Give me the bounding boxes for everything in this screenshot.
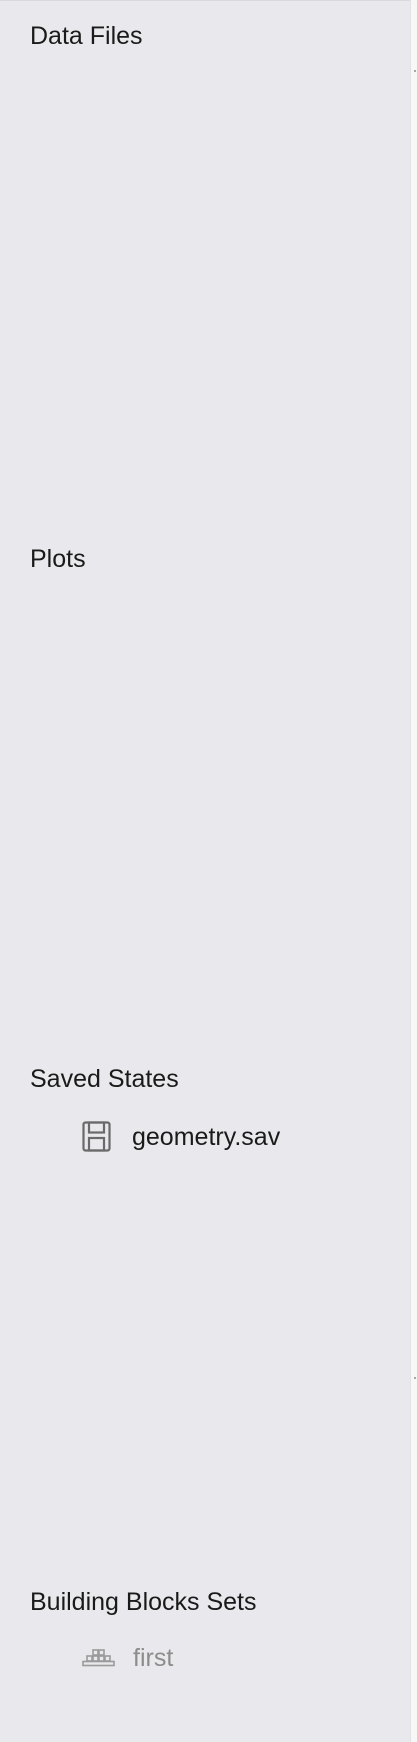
section-title-data-files: Data Files [30,22,143,50]
building-block-set-item[interactable]: first [82,1641,173,1675]
section-title-saved-states: Saved States [30,1065,179,1093]
saved-state-item[interactable]: geometry.sav [82,1119,280,1155]
adjacent-pane-edge [410,0,417,1742]
saved-state-item-label: geometry.sav [132,1123,281,1151]
project-explorer-panel: Data Files Plots Saved States geometry.s… [0,0,410,1742]
pane-edge-tick [414,70,416,72]
section-title-building-blocks-sets: Building Blocks Sets [30,1588,257,1616]
section-title-plots: Plots [30,545,86,573]
pane-edge-tick [414,1377,416,1379]
building-blocks-icon [82,1649,116,1667]
save-file-icon [82,1121,112,1153]
building-block-set-item-label: first [133,1644,174,1672]
